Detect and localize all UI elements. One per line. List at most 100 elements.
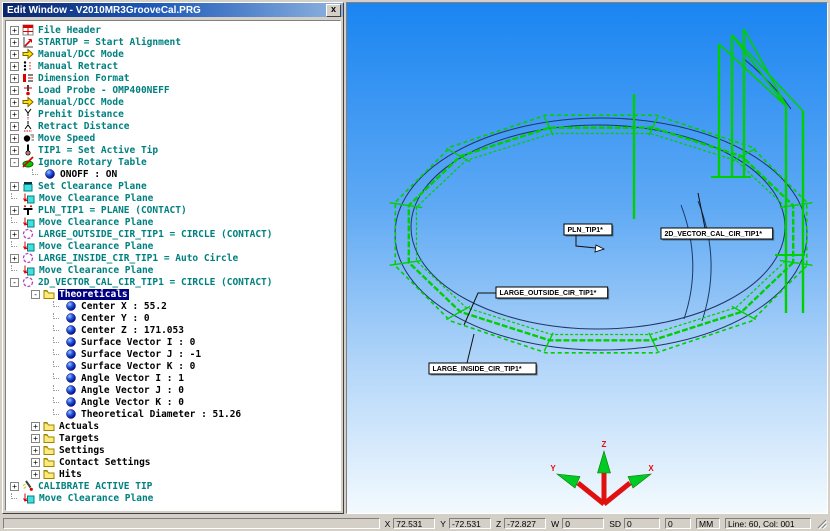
tree-item-label: PLN_TIP1 = PLANE (CONTACT)	[37, 205, 188, 216]
tree-item-label: Targets	[58, 433, 100, 444]
tree-item[interactable]: Surface Vector K : 0	[10, 360, 340, 372]
tree-item[interactable]: +STARTUP = Start Alignment	[10, 36, 340, 48]
tree-item[interactable]: -2D_VECTOR_CAL_CIR_TIP1 = CIRCLE (CONTAC…	[10, 276, 340, 288]
tree-item[interactable]: Center X : 55.2	[10, 300, 340, 312]
expand-toggle[interactable]: +	[10, 86, 19, 95]
tree-connector	[53, 337, 59, 343]
expand-toggle[interactable]: -	[31, 290, 40, 299]
tree-item[interactable]: Surface Vector J : -1	[10, 348, 340, 360]
tree-item[interactable]: Surface Vector I : 0	[10, 336, 340, 348]
tree-item[interactable]: -Theoreticals	[10, 288, 340, 300]
tree-item-label: Set Clearance Plane	[37, 181, 148, 192]
tree-item[interactable]: Center Y : 0	[10, 312, 340, 324]
expand-toggle[interactable]: +	[31, 422, 40, 431]
tree-item[interactable]: Move Clearance Plane	[10, 216, 340, 228]
expand-toggle[interactable]: +	[31, 458, 40, 467]
tree-item[interactable]: -Ignore Rotary Table	[10, 156, 340, 168]
expand-toggle[interactable]: +	[10, 38, 19, 47]
tree-item[interactable]: +Settings	[10, 444, 340, 456]
tree-item[interactable]: + PLN_TIP1 = PLANE (CONTACT)	[10, 204, 340, 216]
status-w-value: 0	[562, 518, 604, 529]
tree-item[interactable]: +Manual Retract	[10, 60, 340, 72]
tree-item[interactable]: + Hits	[10, 468, 340, 480]
expand-toggle[interactable]: +	[10, 182, 19, 191]
tree-item[interactable]: + LARGE_OUTSIDE_CIR_TIP1 = CIRCLE (CONTAC…	[10, 228, 340, 240]
expand-toggle[interactable]: +	[10, 110, 19, 119]
tree-item[interactable]: Move Clearance Plane	[10, 492, 340, 504]
tree-item[interactable]: Angle Vector J : 0	[10, 384, 340, 396]
status-x-value: 72.531	[393, 518, 435, 529]
expand-toggle[interactable]: +	[31, 446, 40, 455]
tree-item[interactable]: Move Clearance Plane	[10, 264, 340, 276]
expand-toggle[interactable]: +	[10, 206, 19, 215]
edit-window-titlebar[interactable]: Edit Window - V2010MR3GrooveCal.PRG x	[3, 3, 343, 17]
tree-connector	[53, 325, 59, 331]
program-tree[interactable]: +File Header+STARTUP = Start Alignment+M…	[5, 20, 341, 511]
tree-item[interactable]: + Set Clearance Plane	[10, 180, 340, 192]
expand-toggle[interactable]: +	[10, 254, 19, 263]
tree-item-label: Manual/DCC Mode	[37, 97, 125, 108]
move-clearance-plane-icon	[23, 240, 35, 252]
sphere-bullet-icon	[65, 372, 77, 384]
close-button[interactable]: x	[326, 4, 341, 17]
tree-item[interactable]: +Load Probe - OMP400NEFF	[10, 84, 340, 96]
axis-x-label: X	[648, 464, 654, 473]
tree-item[interactable]: Move Clearance Plane	[10, 192, 340, 204]
tree-indent	[10, 306, 52, 307]
expand-toggle[interactable]: -	[10, 278, 19, 287]
tree-item[interactable]: +Retract Distance	[10, 120, 340, 132]
tree-item-label: Actuals	[58, 421, 100, 432]
resize-grip[interactable]	[816, 518, 827, 529]
tree-item[interactable]: Angle Vector K : 0	[10, 396, 340, 408]
expand-toggle[interactable]: +	[10, 74, 19, 83]
expand-toggle[interactable]: +	[10, 230, 19, 239]
expand-toggle[interactable]: +	[10, 26, 19, 35]
tree-item[interactable]: +Move Speed	[10, 132, 340, 144]
tree-item[interactable]: + Targets	[10, 432, 340, 444]
expand-toggle[interactable]: +	[10, 122, 19, 131]
edit-window: Edit Window - V2010MR3GrooveCal.PRG x + F…	[2, 2, 344, 514]
expand-toggle[interactable]: +	[10, 134, 19, 143]
tree-item[interactable]: + File Header	[10, 24, 340, 36]
ignore-rotary-table-icon	[22, 156, 34, 168]
tree-item[interactable]: +Prehit Distance	[10, 108, 340, 120]
tree-item-label: Hits	[58, 469, 83, 480]
tree-item[interactable]: Center Z : 171.053	[10, 324, 340, 336]
expand-toggle[interactable]: +	[10, 50, 19, 59]
tree-item[interactable]: Angle Vector I : 1	[10, 372, 340, 384]
file-header-icon	[22, 24, 34, 36]
tree-item[interactable]: ONOFF : ON	[10, 168, 340, 180]
expand-toggle[interactable]: +	[10, 482, 19, 491]
graphics-view[interactable]: PLN_TIP1*2D_VECTOR_CAL_CIR_TIP1*LARGE_OU…	[347, 3, 827, 513]
tree-connector	[11, 217, 17, 223]
expand-toggle[interactable]: -	[10, 158, 19, 167]
tree-item-label: Theoretical Diameter : 51.26	[80, 409, 242, 420]
tree-item[interactable]: + Contact Settings	[10, 456, 340, 468]
active-tip-icon	[22, 144, 34, 156]
status-x-label: X	[385, 519, 391, 529]
expand-toggle[interactable]: +	[31, 434, 40, 443]
tree-item-label: Move Clearance Plane	[38, 193, 154, 204]
tree-item-label: Angle Vector I : 1	[80, 373, 185, 384]
tree-item[interactable]: + Actuals	[10, 420, 340, 432]
tree-item[interactable]: +TIP1 = Set Active Tip	[10, 144, 340, 156]
tree-item[interactable]: +Dimension Format	[10, 72, 340, 84]
tree-connector	[53, 385, 59, 391]
folder-icon	[43, 432, 55, 444]
tree-item[interactable]: +LARGE_INSIDE_CIR_TIP1 = Auto Circle	[10, 252, 340, 264]
tree-item-label: Move Clearance Plane	[38, 265, 154, 276]
tree-item[interactable]: Move Clearance Plane	[10, 240, 340, 252]
expand-toggle[interactable]: +	[10, 62, 19, 71]
expand-toggle[interactable]: +	[10, 98, 19, 107]
tree-item-label: File Header	[37, 25, 102, 36]
sphere-bullet-icon	[65, 396, 77, 408]
expand-toggle[interactable]: +	[31, 470, 40, 479]
folder-icon	[43, 288, 55, 300]
tree-item-label: Contact Settings	[58, 457, 152, 468]
tree-item[interactable]: +Manual/DCC Mode	[10, 48, 340, 60]
tree-item[interactable]: +CALIBRATE ACTIVE TIP	[10, 480, 340, 492]
tree-item[interactable]: Theoretical Diameter : 51.26	[10, 408, 340, 420]
expand-toggle[interactable]: +	[10, 146, 19, 155]
tree-item-label: LARGE_OUTSIDE_CIR_TIP1 = CIRCLE (CONTACT…	[37, 229, 274, 240]
tree-item[interactable]: + Manual/DCC Mode	[10, 96, 340, 108]
